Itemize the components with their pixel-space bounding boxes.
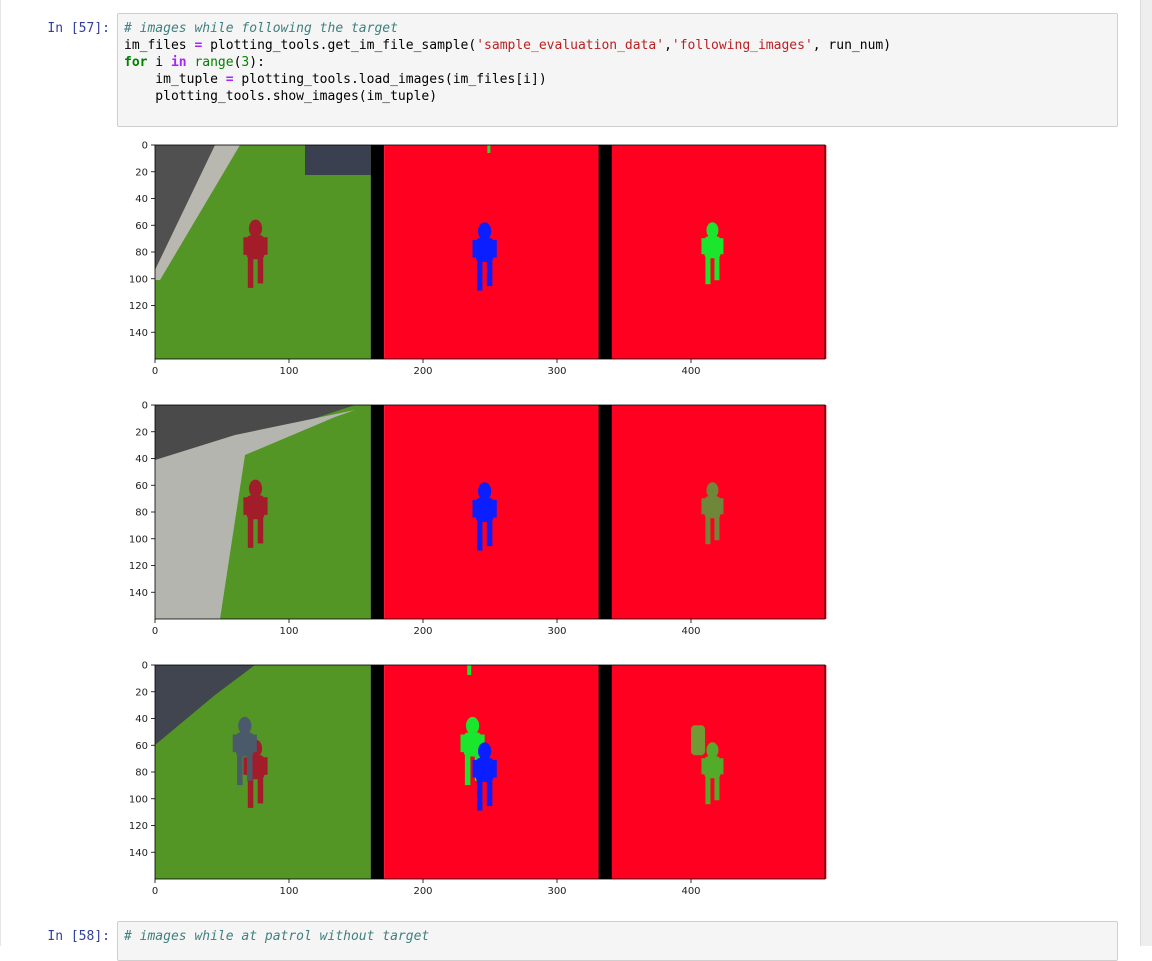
y-tick-label: 60 (135, 741, 148, 752)
y-tick-label: 80 (135, 768, 148, 779)
y-tick-label: 60 (135, 481, 148, 492)
y-tick-label: 0 (142, 141, 148, 152)
output-figure-3: 0 20 40 60 80 100 120 140 0 100 200 300 400 (120, 657, 840, 897)
code-editor-2[interactable]: # images while at patrol without target (118, 922, 1117, 951)
separator-2 (598, 405, 612, 619)
y-tick-label: 100 (129, 794, 148, 805)
scrollbar[interactable] (1140, 0, 1152, 946)
mask-image (384, 145, 599, 359)
code-line-2: im_files = plotting_tools.get_im_file_sa… (124, 38, 892, 53)
x-tick-label: 200 (413, 886, 432, 897)
x-tick-label: 100 (279, 626, 298, 637)
y-tick-label: 100 (129, 534, 148, 545)
cell-prompt-2: In [58]: (47, 929, 110, 944)
code-editor[interactable]: # images while following the target im_f… (118, 14, 1117, 111)
left-edge (0, 0, 1, 946)
camera-image (155, 405, 371, 619)
y-tick-label: 80 (135, 248, 148, 259)
prediction-image (611, 405, 827, 619)
code-line-1: # images while following the target (124, 21, 398, 36)
prediction-image (611, 145, 827, 359)
x-tick-label: 300 (547, 886, 566, 897)
code-cell[interactable]: # images while following the target im_f… (117, 13, 1118, 127)
prediction-image (611, 665, 827, 879)
y-tick-label: 60 (135, 221, 148, 232)
y-tick-label: 40 (135, 194, 148, 205)
y-tick-label: 120 (129, 301, 148, 312)
y-tick-label: 100 (129, 274, 148, 285)
y-tick-label: 120 (129, 821, 148, 832)
separator-1 (370, 665, 385, 879)
mask-image (384, 405, 599, 619)
x-tick-label: 200 (413, 366, 432, 377)
output-figure-1: 0 20 40 60 80 100 120 140 0 100 200 300 400 (120, 137, 840, 377)
x-tick-label: 300 (547, 626, 566, 637)
x-tick-label: 0 (152, 366, 158, 377)
camera-image (155, 665, 371, 879)
mask-image (384, 665, 599, 879)
separator-1 (370, 145, 385, 359)
y-tick-label: 0 (142, 661, 148, 672)
x-tick-label: 400 (681, 886, 700, 897)
x-tick-label: 200 (413, 626, 432, 637)
code-line-4: im_tuple = plotting_tools.load_images(im… (124, 72, 547, 87)
separator-2 (598, 145, 612, 359)
x-tick-label: 100 (279, 886, 298, 897)
separator-1 (370, 405, 385, 619)
y-tick-label: 40 (135, 714, 148, 725)
y-tick-label: 0 (142, 401, 148, 412)
x-tick-label: 100 (279, 366, 298, 377)
y-tick-label: 140 (129, 848, 148, 859)
x-tick-label: 300 (547, 366, 566, 377)
y-tick-label: 20 (135, 167, 148, 178)
x-tick-label: 400 (681, 366, 700, 377)
cell-prompt: In [57]: (47, 21, 110, 36)
code-line-3: for i in range(3): (124, 55, 265, 70)
x-tick-label: 0 (152, 626, 158, 637)
x-tick-label: 400 (681, 626, 700, 637)
y-tick-label: 120 (129, 561, 148, 572)
camera-image (155, 145, 371, 359)
x-tick-label: 0 (152, 886, 158, 897)
y-tick-label: 20 (135, 427, 148, 438)
code-line-1: # images while at patrol without target (124, 929, 430, 944)
y-tick-label: 20 (135, 687, 148, 698)
separator-2 (598, 665, 612, 879)
y-tick-label: 140 (129, 588, 148, 599)
y-tick-label: 40 (135, 454, 148, 465)
y-tick-label: 140 (129, 328, 148, 339)
output-figure-2: 0 20 40 60 80 100 120 140 0 100 200 300 400 (120, 397, 840, 637)
code-line-5: plotting_tools.show_images(im_tuple) (124, 89, 438, 104)
code-cell-2[interactable]: # images while at patrol without target (117, 921, 1118, 961)
y-tick-label: 80 (135, 508, 148, 519)
